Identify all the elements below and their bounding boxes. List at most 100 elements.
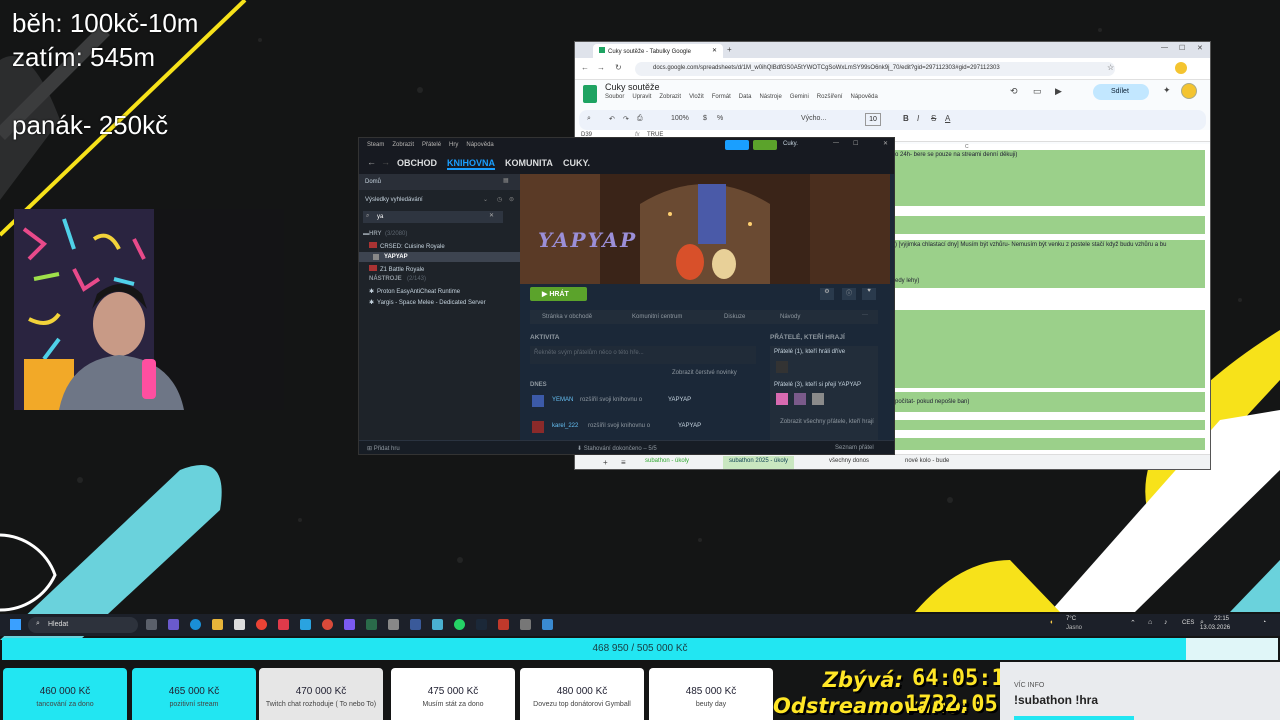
url-field[interactable]: docs.google.com/spreadsheets/d/1M_w0ihQl…: [635, 62, 1115, 76]
broadcast-button[interactable]: [725, 140, 749, 150]
tab-community-hub[interactable]: Komunitní centrum: [632, 314, 682, 320]
menu-item[interactable]: Nápověda: [466, 142, 493, 148]
tab-guides[interactable]: Návody: [780, 314, 800, 320]
grid-view-icon[interactable]: ▦: [503, 177, 509, 184]
avatar[interactable]: [812, 393, 824, 405]
recent-icon[interactable]: ◷: [497, 196, 502, 203]
app-icon[interactable]: [432, 619, 443, 630]
language-indicator[interactable]: CES: [1182, 620, 1194, 626]
table-row[interactable]: počítat- pokud nepošle ban): [895, 392, 1205, 412]
feed-user[interactable]: karel_222: [552, 423, 578, 429]
app-icon[interactable]: [300, 619, 311, 630]
minimize-icon[interactable]: —: [1161, 44, 1168, 51]
forward-icon[interactable]: →: [597, 63, 605, 72]
menu-item[interactable]: Steam: [367, 142, 384, 148]
comment-icon[interactable]: ▭: [1033, 86, 1042, 97]
add-sheet-icon[interactable]: +: [603, 458, 608, 467]
print-icon[interactable]: ⎙: [637, 115, 643, 123]
menu-item[interactable]: Nástroje: [759, 94, 781, 100]
bookmark-star-icon[interactable]: ☆: [1107, 63, 1114, 72]
clear-icon[interactable]: ✕: [489, 212, 494, 219]
tab-discussions[interactable]: Diskuze: [724, 314, 745, 320]
chrome-icon[interactable]: [256, 619, 267, 630]
profile-avatar[interactable]: [1175, 62, 1187, 74]
add-game-button[interactable]: ⊞ Přidat hru: [367, 445, 400, 452]
list-item-selected[interactable]: YAPYAP: [359, 252, 520, 262]
explorer-icon[interactable]: [212, 619, 223, 630]
tab-store-page[interactable]: Stránka v obchodě: [542, 314, 592, 320]
meet-icon[interactable]: ▶: [1055, 86, 1062, 97]
task-view-icon[interactable]: [146, 619, 157, 630]
app-icon[interactable]: [542, 619, 553, 630]
list-item[interactable]: ✱ Yargis - Space Melee - Dedicated Server: [369, 299, 486, 306]
home-row[interactable]: Domů ▦: [359, 174, 520, 190]
nav-store[interactable]: OBCHOD: [397, 158, 437, 168]
text-color-button[interactable]: A: [945, 114, 950, 123]
app-icon[interactable]: [498, 619, 509, 630]
table-row[interactable]: [895, 438, 1205, 450]
nav-community[interactable]: KOMUNITA: [505, 158, 553, 168]
more-icon[interactable]: ···: [862, 312, 868, 318]
weather-temp[interactable]: 7°C: [1066, 616, 1076, 622]
clock-time[interactable]: 22:15: [1214, 616, 1229, 622]
friends-list-button[interactable]: Seznam přátel: [835, 445, 874, 451]
start-icon[interactable]: [10, 619, 21, 630]
currency-icon[interactable]: $: [703, 115, 707, 122]
browser-tab[interactable]: Cuky soutěže - Tabulky Google ✕: [593, 44, 723, 58]
menu-item[interactable]: Přátelé: [422, 142, 441, 148]
avatar[interactable]: [794, 393, 806, 405]
sheet-tab[interactable]: subathon - úkoly: [645, 458, 689, 464]
history-icon[interactable]: ⟲: [1010, 86, 1018, 97]
window-close-icon[interactable]: ✕: [1197, 44, 1203, 52]
show-news-link[interactable]: Zobrazit čerstvé novinky: [672, 370, 737, 376]
feed-game[interactable]: YAPYAP: [678, 423, 701, 429]
chevron-down-icon[interactable]: ⌄: [483, 196, 488, 203]
menu-item[interactable]: Zobrazit: [659, 94, 681, 100]
list-item[interactable]: CRSED: Cuisine Royale: [369, 242, 445, 250]
search-input[interactable]: ⌕ ya ✕: [363, 211, 503, 223]
list-item[interactable]: ✱ Proton EasyAntiCheat Runtime: [369, 288, 460, 295]
feed-user[interactable]: YEMAN: [552, 397, 573, 403]
steam-window[interactable]: Steam Zobrazit Přátelé Hry Nápověda Cuky…: [358, 137, 895, 455]
menu-item[interactable]: Soubor: [605, 94, 624, 100]
feed-item[interactable]: karel_222 rozšířil svoji knihovnu o YAPY…: [530, 420, 756, 434]
taskbar-search[interactable]: ⌕ Hledat: [28, 617, 138, 633]
clock-date[interactable]: 13.03.2026: [1200, 625, 1230, 631]
close-icon[interactable]: ✕: [712, 47, 717, 54]
forward-icon[interactable]: →: [381, 157, 390, 167]
redo-icon[interactable]: ↷: [623, 115, 629, 123]
all-sheets-icon[interactable]: ≡: [621, 458, 626, 467]
info-icon[interactable]: ⓘ: [842, 288, 856, 300]
list-item[interactable]: Z1 Battle Royale: [369, 265, 424, 273]
table-row[interactable]: o 24h- bere se pouze na streami denní dě…: [895, 150, 1205, 206]
chevron-up-icon[interactable]: ⌃: [1130, 619, 1136, 627]
font-select[interactable]: Výcho...: [801, 115, 826, 122]
percent-icon[interactable]: %: [717, 115, 723, 122]
discord-icon[interactable]: [344, 619, 355, 630]
back-icon[interactable]: ←: [367, 157, 376, 167]
downloads-status[interactable]: ⬇ Stahování dokončeno – 5/5: [577, 445, 657, 452]
zoom-select[interactable]: 100%: [671, 115, 689, 122]
feed-item[interactable]: YEMAN rozšířil svoji knihovnu o YAPYAP: [530, 394, 756, 408]
favorite-icon[interactable]: ♥: [862, 288, 876, 300]
minimize-icon[interactable]: —: [833, 140, 839, 146]
undo-icon[interactable]: ↶: [609, 115, 615, 123]
network-icon[interactable]: ⌂: [1148, 619, 1152, 626]
sheet-tab-active[interactable]: subathon 2025 - úkoly: [723, 456, 795, 469]
menu-item[interactable]: Upravit: [632, 94, 651, 100]
activity-input[interactable]: Řekněte svým přátelům něco o této hře...: [530, 346, 756, 364]
edge-icon[interactable]: [190, 619, 201, 630]
search-icon[interactable]: ⌕: [587, 115, 591, 123]
app-icon[interactable]: [410, 619, 421, 630]
play-button[interactable]: ▶ HRÁT: [530, 287, 587, 301]
menu-item[interactable]: Nápověda: [850, 94, 877, 100]
table-row[interactable]: [895, 310, 1205, 388]
store-icon[interactable]: [234, 619, 245, 630]
bold-button[interactable]: B: [903, 114, 909, 123]
whatsapp-icon[interactable]: [454, 619, 465, 630]
avatar[interactable]: [776, 361, 788, 373]
table-row[interactable]: [895, 420, 1205, 430]
show-all-friends-link[interactable]: Zobrazit všechny přátele, kteří hrají: [780, 418, 874, 426]
settings-icon[interactable]: ⚙: [820, 288, 834, 300]
steam-icon[interactable]: [476, 619, 487, 630]
